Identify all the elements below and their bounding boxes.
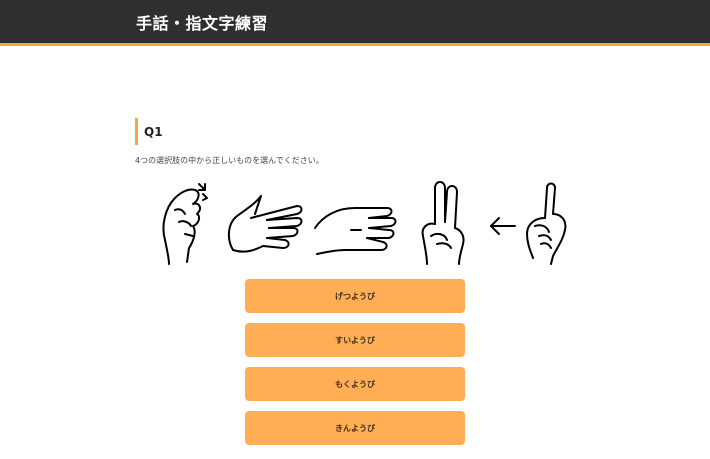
hand-sign-2-icon (227, 195, 303, 253)
app-title: 手話・指文字練習 (136, 14, 269, 33)
app-header: 手話・指文字練習 (0, 0, 710, 46)
answer-option-2[interactable]: すいようび (245, 323, 465, 357)
question-number: Q1 (135, 118, 163, 145)
answer-option-3[interactable]: もくようび (245, 367, 465, 401)
hand-sign-5-icon (526, 182, 567, 265)
answer-option-4[interactable]: きんようび (245, 411, 465, 445)
answer-option-1[interactable]: げつようび (245, 279, 465, 313)
question-instruction: 4つの選択肢の中から正しいものを選んでください。 (135, 156, 324, 165)
hand-sign-4-icon (421, 181, 465, 265)
hand-sign-1-icon (162, 183, 208, 265)
arrow-left-icon (490, 217, 516, 235)
hand-sign-3-icon (314, 207, 397, 255)
sign-illustration (155, 178, 575, 266)
answer-options: げつようび すいようび もくようび きんようび (245, 279, 465, 455)
